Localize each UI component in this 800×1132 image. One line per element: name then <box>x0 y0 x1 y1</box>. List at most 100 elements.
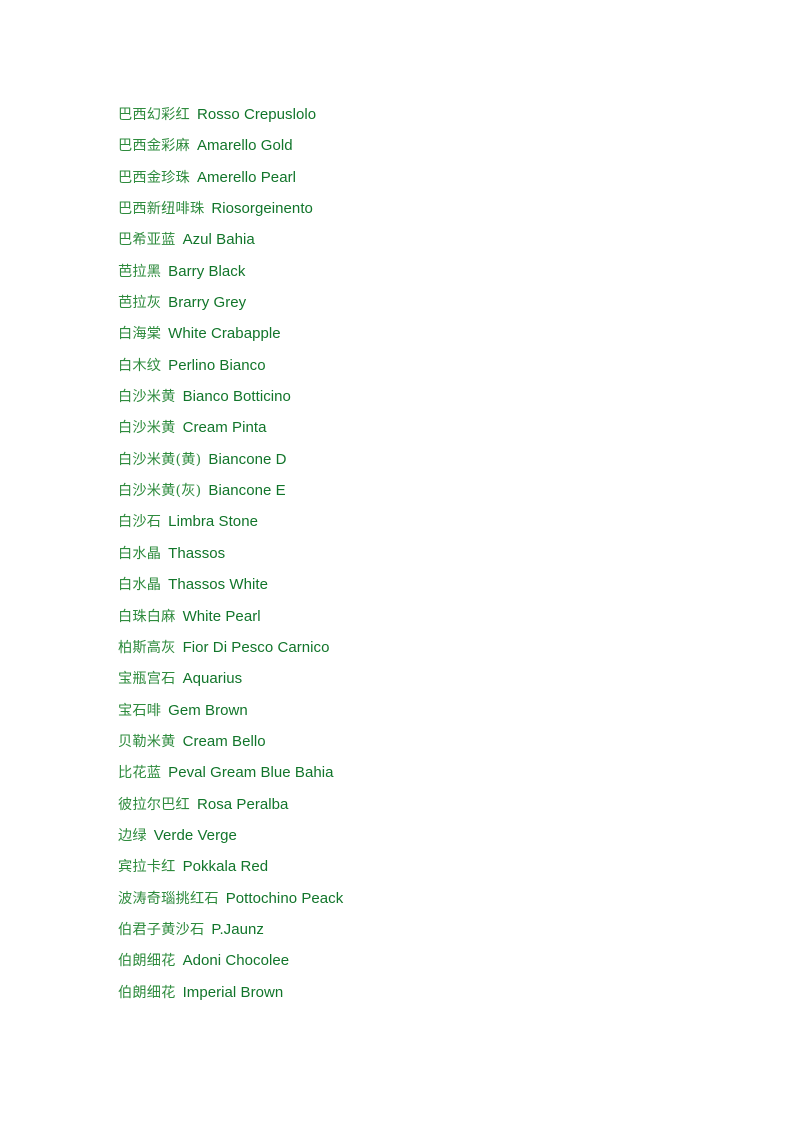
list-item: 波涛奇瑙挑红石 Pottochino Peack <box>118 883 718 914</box>
stone-name-chinese: 白水晶 <box>118 545 162 562</box>
stone-name-latin: Perlino Bianco <box>168 356 266 374</box>
list-item: 芭拉黑 Barry Black <box>118 256 718 287</box>
list-item: 白沙石 Limbra Stone <box>118 506 718 537</box>
stone-name-chinese: 白水晶 <box>118 577 162 594</box>
stone-name-chinese: 彼拉尔巴红 <box>118 796 190 813</box>
name-separator <box>176 852 183 883</box>
name-separator <box>219 884 226 915</box>
stone-name-chinese: 宾拉卡红 <box>118 859 176 876</box>
list-item: 伯朗细花 Imperial Brown <box>118 977 718 1008</box>
stone-name-chinese: 芭拉灰 <box>118 295 162 312</box>
stone-name-latin: Verde Verge <box>153 826 237 844</box>
stone-name-chinese: 白海棠 <box>118 326 162 343</box>
list-item: 巴希亚蓝 Azul Bahia <box>118 224 718 255</box>
stone-name-chinese: 伯君子黄沙石 <box>118 921 205 938</box>
stone-name-latin: Aquarius <box>182 670 243 688</box>
list-item: 巴西金彩麻 Amarello Gold <box>118 130 718 161</box>
stone-name-list: 巴西幻彩红 Rosso Crepuslolo 巴西金彩麻 Amarello Gol… <box>118 99 718 1008</box>
stone-name-latin: Cream Pinta <box>182 419 267 437</box>
stone-name-latin: Barry Black <box>168 262 246 280</box>
stone-name-latin: Fior Di Pesco Carnico <box>182 638 330 656</box>
list-item: 白水晶 Thassos White <box>118 569 718 600</box>
list-item: 白木纹 Perlino Bianco <box>118 350 718 381</box>
stone-name-latin: Cream Bello <box>182 732 266 750</box>
stone-name-chinese: 巴西新纽啡珠 <box>118 201 205 218</box>
name-separator <box>190 100 197 131</box>
stone-name-chinese: 比花蓝 <box>118 765 162 782</box>
stone-name-latin: Biancone D <box>208 450 287 468</box>
stone-name-latin: Adoni Chocolee <box>182 952 290 970</box>
stone-name-chinese: 宝石啡 <box>118 702 162 719</box>
list-item: 比花蓝 Peval Gream Blue Bahia <box>118 757 718 788</box>
list-item: 宾拉卡红 Pokkala Red <box>118 851 718 882</box>
stone-name-latin: Thassos <box>168 544 226 562</box>
stone-name-latin: P.Jaunz <box>211 920 264 938</box>
stone-name-latin: Azul Bahia <box>182 231 255 249</box>
name-separator <box>176 413 183 444</box>
name-separator <box>147 821 154 852</box>
stone-name-chinese: 宝瓶宫石 <box>118 671 176 688</box>
stone-name-chinese: 巴西金珍珠 <box>118 169 190 186</box>
stone-name-latin: White Crabapple <box>168 325 281 343</box>
stone-name-chinese: 巴西金彩麻 <box>118 138 190 155</box>
list-item: 白沙米黄(黄) Biancone D <box>118 444 718 475</box>
name-separator <box>190 131 197 162</box>
list-item: 巴西金珍珠 Amerello Pearl <box>118 162 718 193</box>
list-item: 宝瓶宫石 Aquarius <box>118 663 718 694</box>
list-item: 芭拉灰 Brarry Grey <box>118 287 718 318</box>
stone-name-latin: Limbra Stone <box>168 513 258 531</box>
stone-name-latin: Imperial Brown <box>182 983 284 1001</box>
stone-name-chinese: 芭拉黑 <box>118 263 162 280</box>
stone-name-latin: Gem Brown <box>168 701 248 719</box>
list-item: 巴西新纽啡珠 Riosorgeinento <box>118 193 718 224</box>
stone-name-latin: Pokkala Red <box>182 858 269 876</box>
list-item: 伯君子黄沙石 P.Jaunz <box>118 914 718 945</box>
list-item: 白沙米黄(灰) Biancone E <box>118 475 718 506</box>
name-separator <box>176 978 183 1009</box>
document-page: 巴西幻彩红 Rosso Crepuslolo 巴西金彩麻 Amarello Gol… <box>0 0 800 1132</box>
name-separator <box>176 225 183 256</box>
name-separator <box>176 946 183 977</box>
stone-name-latin: Amerello Pearl <box>196 168 297 186</box>
stone-name-latin: Brarry Grey <box>168 294 247 312</box>
stone-name-latin: Peval Gream Blue Bahia <box>168 764 334 782</box>
name-separator <box>176 664 183 695</box>
list-item: 白沙米黄 Bianco Botticino <box>118 381 718 412</box>
stone-name-chinese: 白沙石 <box>118 514 162 531</box>
stone-name-chinese: 白沙米黄 <box>118 389 176 406</box>
stone-name-chinese: 伯朗细花 <box>118 984 176 1001</box>
list-item: 白珠白麻 White Pearl <box>118 601 718 632</box>
stone-name-chinese: 白木纹 <box>118 357 162 374</box>
list-item: 彼拉尔巴红 Rosa Peralba <box>118 789 718 820</box>
stone-name-chinese: 白沙米黄(黄) <box>118 451 202 468</box>
list-item: 白水晶 Thassos <box>118 538 718 569</box>
stone-name-latin: Biancone E <box>208 482 286 500</box>
name-separator <box>190 163 197 194</box>
list-item: 边绿 Verde Verge <box>118 820 718 851</box>
stone-name-chinese: 白沙米黄(灰) <box>118 483 202 500</box>
name-separator <box>190 790 197 821</box>
list-item: 白海棠 White Crabapple <box>118 318 718 349</box>
stone-name-latin: White Pearl <box>182 607 261 625</box>
stone-name-latin: Pottochino Peack <box>225 889 344 907</box>
stone-name-chinese: 伯朗细花 <box>118 953 176 970</box>
name-separator <box>176 727 183 758</box>
name-separator <box>176 602 183 633</box>
name-separator <box>176 633 183 664</box>
list-item: 伯朗细花 Adoni Chocolee <box>118 945 718 976</box>
stone-name-latin: Amarello Gold <box>196 137 293 155</box>
stone-name-chinese: 边绿 <box>118 827 147 844</box>
stone-name-latin: Riosorgeinento <box>211 200 313 218</box>
stone-name-latin: Rosa Peralba <box>196 795 289 813</box>
list-item: 白沙米黄 Cream Pinta <box>118 412 718 443</box>
stone-name-chinese: 柏斯高灰 <box>118 639 176 656</box>
list-item: 宝石啡 Gem Brown <box>118 695 718 726</box>
list-item: 柏斯高灰 Fior Di Pesco Carnico <box>118 632 718 663</box>
stone-name-latin: Rosso Crepuslolo <box>196 106 317 123</box>
stone-name-chinese: 白珠白麻 <box>118 608 176 625</box>
stone-name-chinese: 白沙米黄 <box>118 420 176 437</box>
stone-name-chinese: 波涛奇瑙挑红石 <box>118 890 219 907</box>
stone-name-chinese: 贝勒米黄 <box>118 733 176 750</box>
stone-name-latin: Thassos White <box>168 576 269 594</box>
stone-name-latin: Bianco Botticino <box>182 388 291 406</box>
